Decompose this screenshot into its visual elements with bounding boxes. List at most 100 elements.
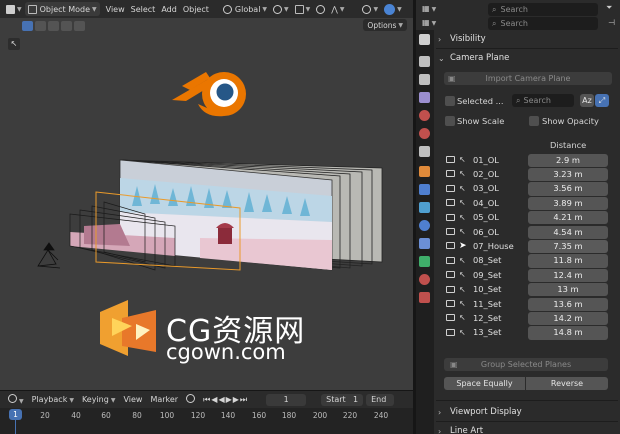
- sort-reverse-button[interactable]: ⤢: [595, 94, 609, 107]
- cursor-icon[interactable]: ↖: [459, 285, 466, 294]
- collection-tab-icon[interactable]: [419, 146, 430, 157]
- pivot-button[interactable]: ▼: [270, 2, 292, 16]
- plane-distance-field[interactable]: 2.9 m: [528, 153, 608, 167]
- particles-tab-icon[interactable]: [419, 202, 430, 213]
- menu-timeline-view[interactable]: View: [119, 395, 146, 404]
- outliner-editor-type-icon[interactable]: ▦ ▼: [422, 4, 436, 13]
- menu-playback[interactable]: Playback ▼: [28, 395, 78, 404]
- show-opacity-checkbox[interactable]: [529, 116, 539, 126]
- world-tab-icon[interactable]: [419, 128, 430, 139]
- list-item[interactable]: ↖ 02_OL 3.23 m: [444, 167, 614, 182]
- current-frame-field[interactable]: 1: [266, 393, 307, 406]
- list-search-input[interactable]: ⌕ Search: [512, 94, 574, 107]
- select-extend-icon[interactable]: [35, 21, 46, 31]
- cursor-icon[interactable]: ↖: [459, 299, 466, 308]
- end-frame-field[interactable]: End: [366, 393, 395, 406]
- 3d-viewport[interactable]: ▼ Object Mode ▼ View Select Add Object Gl…: [0, 0, 413, 390]
- tool-tab-icon[interactable]: [419, 34, 430, 45]
- select-subtract-icon[interactable]: [48, 21, 59, 31]
- plane-distance-field[interactable]: 14.2 m: [528, 311, 608, 326]
- outliner-search-input[interactable]: ⌕ Search: [488, 3, 598, 16]
- playback-controls[interactable]: ⏮◀◀▶▶⏭: [199, 395, 252, 405]
- cursor-icon[interactable]: ↖: [459, 184, 466, 193]
- cursor-icon[interactable]: ↖: [459, 328, 466, 337]
- list-item[interactable]: ↖ 03_OL 3.56 m: [444, 182, 614, 196]
- visibility-section-header[interactable]: › Visibility: [438, 31, 616, 47]
- space-equally-button[interactable]: Space Equally: [444, 377, 525, 390]
- gizmo-button[interactable]: ▼: [381, 2, 405, 16]
- reverse-button[interactable]: Reverse: [526, 377, 608, 390]
- select-intersect-icon[interactable]: [74, 21, 85, 31]
- group-selected-planes-button[interactable]: ▣ Group Selected Planes: [444, 358, 608, 371]
- falloff-button[interactable]: ⋀ ▼: [328, 2, 347, 16]
- cursor-icon[interactable]: ↖: [459, 313, 466, 322]
- timeline-ruler[interactable]: 1 20 40 60 80 100 120 140 160 180 200 22…: [0, 408, 413, 434]
- camera-plane-section-header[interactable]: ⌄ Camera Plane: [438, 50, 616, 66]
- menu-object[interactable]: Object: [180, 2, 212, 16]
- options-dropdown[interactable]: Options ▼: [363, 19, 407, 31]
- object-tab-icon[interactable]: [419, 166, 430, 177]
- sort-alpha-button[interactable]: Az: [580, 94, 594, 107]
- view-layer-tab-icon[interactable]: [419, 92, 430, 103]
- visibility-button[interactable]: ▼: [359, 2, 381, 16]
- menu-view[interactable]: View: [103, 2, 128, 16]
- timeline-editor-type-button[interactable]: ▼: [4, 394, 28, 405]
- list-item[interactable]: ↖ 10_Set 13 m: [444, 283, 614, 297]
- plane-distance-field[interactable]: 12.4 m: [528, 268, 608, 283]
- data-tab-icon[interactable]: [419, 256, 430, 267]
- plane-distance-field[interactable]: 13 m: [528, 283, 608, 297]
- transform-orientation-dropdown[interactable]: Global ▼: [220, 2, 270, 16]
- material-tab-icon[interactable]: [419, 274, 430, 285]
- selected-checkbox[interactable]: [445, 96, 455, 106]
- physics-tab-icon[interactable]: [419, 220, 430, 231]
- list-item[interactable]: ↖ 05_OL 4.21 m: [444, 211, 614, 225]
- object-mode-dropdown[interactable]: Object Mode ▼: [24, 2, 100, 16]
- list-item[interactable]: ↖ 13_Set 14.8 m: [444, 326, 614, 340]
- scene-tab-icon[interactable]: [419, 110, 430, 121]
- texture-tab-icon[interactable]: [419, 292, 430, 303]
- list-item[interactable]: ↖ 01_OL 2.9 m: [444, 153, 614, 167]
- menu-select[interactable]: Select: [128, 2, 159, 16]
- editor-type-button[interactable]: ▼: [3, 2, 25, 16]
- proportional-edit-button[interactable]: [313, 2, 328, 16]
- filter-icon[interactable]: ⏷: [606, 3, 612, 13]
- viewport-display-section-header[interactable]: › Viewport Display: [438, 404, 616, 420]
- plane-distance-field[interactable]: 3.89 m: [528, 196, 608, 211]
- start-frame-field[interactable]: Start 1: [321, 393, 364, 406]
- import-camera-plane-button[interactable]: ▣ Import Camera Plane: [444, 72, 612, 85]
- output-tab-icon[interactable]: [419, 74, 430, 85]
- cursor-icon[interactable]: ↖: [459, 169, 466, 178]
- plane-distance-field[interactable]: 7.35 m: [528, 239, 608, 254]
- cursor-icon[interactable]: ↖: [459, 227, 466, 236]
- select-new-icon[interactable]: [22, 21, 33, 31]
- render-tab-icon[interactable]: [419, 56, 430, 67]
- line-art-section-header[interactable]: › Line Art: [438, 423, 616, 434]
- select-invert-icon[interactable]: [61, 21, 72, 31]
- plane-distance-field[interactable]: 14.8 m: [528, 326, 608, 340]
- playhead[interactable]: 1: [9, 409, 22, 420]
- plane-distance-field[interactable]: 4.21 m: [528, 211, 608, 225]
- camera-planes[interactable]: [69, 159, 383, 271]
- properties-editor-type-icon[interactable]: ▦ ▼: [422, 18, 436, 27]
- pin-icon[interactable]: ⊣: [608, 18, 615, 27]
- menu-keying[interactable]: Keying ▼: [78, 395, 120, 404]
- plane-distance-field[interactable]: 11.8 m: [528, 254, 608, 268]
- cursor-icon[interactable]: ↖: [459, 155, 466, 164]
- cursor-icon[interactable]: ↖: [459, 213, 466, 222]
- list-item[interactable]: ↖ 08_Set 11.8 m: [444, 254, 614, 268]
- list-item[interactable]: ↖ 11_Set 13.6 m: [444, 297, 614, 311]
- cursor-icon[interactable]: ➤: [459, 241, 467, 251]
- properties-search-input[interactable]: ⌕ Search: [488, 17, 598, 30]
- list-item[interactable]: ↖ 12_Set 14.2 m: [444, 311, 614, 326]
- list-item[interactable]: ↖ 09_Set 12.4 m: [444, 268, 614, 283]
- list-item-active[interactable]: ➤ 07_House 7.35 m: [444, 239, 614, 254]
- show-scale-checkbox[interactable]: [445, 116, 455, 126]
- plane-distance-field[interactable]: 13.6 m: [528, 297, 608, 311]
- constraints-tab-icon[interactable]: [419, 238, 430, 249]
- cursor-icon[interactable]: ↖: [459, 270, 466, 279]
- list-item[interactable]: ↖ 04_OL 3.89 m: [444, 196, 614, 211]
- camera-object[interactable]: [37, 242, 61, 269]
- cursor-icon[interactable]: ↖: [459, 256, 466, 265]
- cursor-icon[interactable]: ↖: [459, 198, 466, 207]
- plane-distance-field[interactable]: 3.23 m: [528, 167, 608, 182]
